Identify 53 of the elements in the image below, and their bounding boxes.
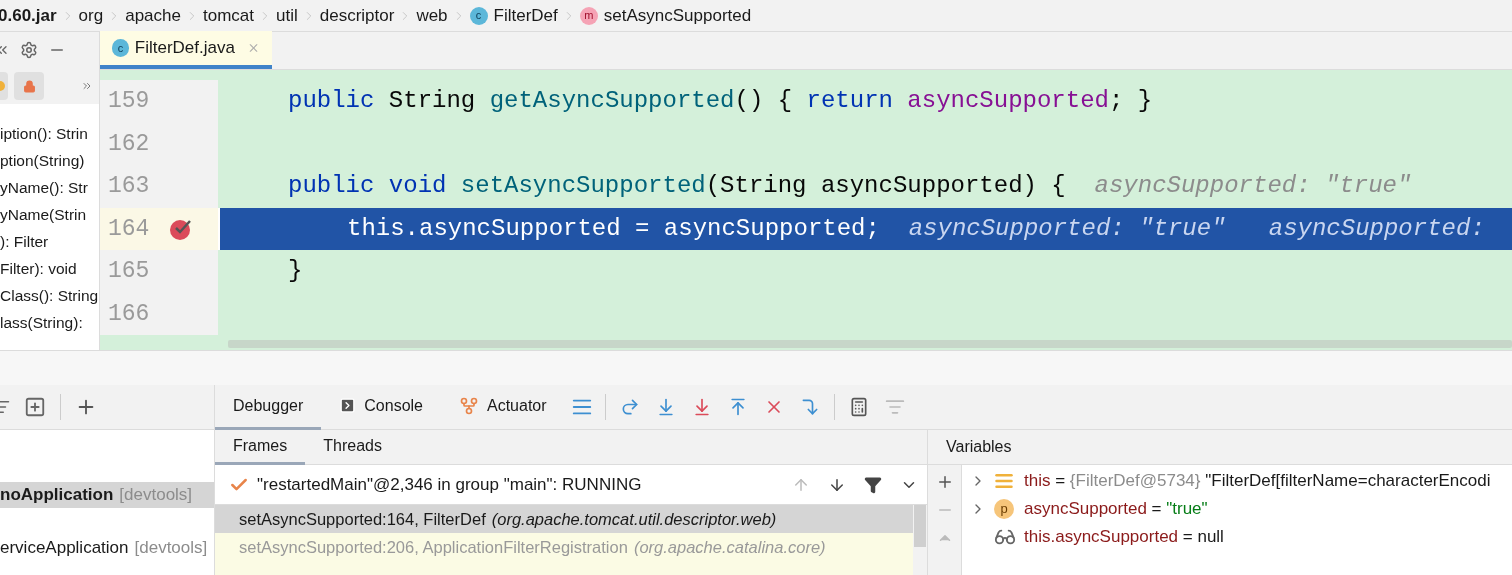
frame-row[interactable]: setAsyncSupported:164, FilterDef (org.apache.tomcat.util.descriptor.web): [215, 505, 913, 533]
parameter-icon: p: [994, 499, 1014, 519]
line-number: 163: [107, 172, 151, 201]
class-icon: c: [112, 39, 129, 57]
service-item[interactable]: noApplication [devtools]: [0, 482, 214, 508]
panel-title: Variables: [946, 437, 1012, 457]
structure-item[interactable]: iption(): Strin: [0, 120, 99, 147]
structure-item[interactable]: Class(): String: [0, 282, 99, 309]
variable-entry[interactable]: this = {FilterDef@5734} "FilterDef[filterName=characterEncodi: [1024, 468, 1491, 494]
structure-item[interactable]: Filter): void: [0, 255, 99, 282]
editor-tab[interactable]: c FilterDef.java: [100, 31, 272, 69]
breadcrumb-item[interactable]: org: [78, 2, 104, 29]
line-number: 164: [107, 214, 151, 244]
actuator-icon: [459, 395, 479, 416]
filter-icon[interactable]: [864, 475, 882, 494]
breadcrumb-item[interactable]: descriptor: [319, 2, 395, 29]
method-icon: m: [579, 6, 598, 25]
code-line: this.asyncSupported = asyncSupported; asyncSupported: "true" asyncSupported:: [347, 213, 1485, 244]
code-line: }: [288, 256, 303, 287]
vertical-scrollbar[interactable]: [913, 505, 927, 575]
variable-entry[interactable]: asyncSupported = "true": [1024, 496, 1208, 522]
breadcrumb-item[interactable]: util: [276, 2, 298, 29]
frames-tab[interactable]: Threads: [305, 430, 400, 465]
breadcrumb-item[interactable]: web: [416, 2, 448, 29]
line-number: 166: [107, 299, 151, 329]
breadcrumb-item[interactable]: tomcat: [202, 2, 254, 29]
code-line: public String getAsyncSupported() { return asyncSupported; }: [288, 86, 1153, 117]
structure-item[interactable]: yName(): Str: [0, 174, 99, 201]
lock-button[interactable]: [14, 72, 44, 100]
structure-item[interactable]: yName(Strin: [0, 201, 99, 228]
horizontal-scrollbar[interactable]: [228, 340, 1512, 348]
service-item[interactable]: erviceApplication [devtools]: [0, 534, 214, 560]
line-number: 159: [107, 87, 151, 116]
code-line: public void setAsyncSupported(String asyncSupported) { asyncSupported: "true": [288, 171, 1412, 202]
debug-tab[interactable]: Actuator: [441, 384, 565, 430]
breadcrumb-item[interactable]: m setAsyncSupported: [579, 2, 752, 29]
line-number: 165: [107, 257, 151, 286]
structure-item[interactable]: ): Filter: [0, 228, 99, 255]
field-icon: [994, 471, 1014, 491]
structure-item[interactable]: ption(String): [0, 147, 99, 174]
console-icon: [339, 397, 357, 414]
lock-icon: [22, 79, 36, 93]
structure-item[interactable]: lass(String):: [0, 309, 99, 336]
add-frame-icon[interactable]: [24, 396, 46, 418]
more-icon[interactable]: [81, 80, 93, 92]
breadcrumb-item[interactable]: apache: [125, 2, 181, 29]
settings-icon[interactable]: [20, 41, 38, 59]
thread-selector[interactable]: "restartedMain"@2,346 in group "main": RUNNING: [215, 471, 783, 498]
debug-tab[interactable]: Console: [321, 384, 441, 430]
variable-entry[interactable]: this.asyncSupported = null: [1024, 524, 1224, 550]
class-icon: c: [469, 6, 488, 25]
breadcrumb-item[interactable]: c FilterDef: [469, 2, 558, 29]
line-number: 162: [107, 129, 151, 159]
